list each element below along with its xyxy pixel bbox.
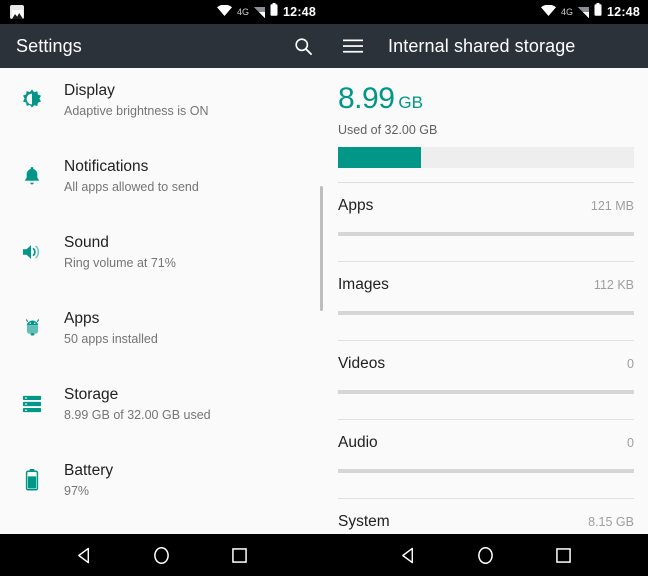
hamburger-menu-icon[interactable] [332, 24, 374, 68]
storage-category-system[interactable]: System 8.15 GB [324, 499, 648, 534]
category-bar [338, 469, 634, 473]
storage-usage-bar-fill [338, 147, 421, 168]
navigation-bar [0, 534, 648, 576]
volume-icon [0, 240, 64, 264]
status-bar-right: 4G 12:48 [324, 0, 648, 24]
wifi-icon [217, 3, 232, 21]
settings-item-title: Apps [64, 309, 100, 327]
settings-item-subtitle: 8.99 GB of 32.00 GB used [64, 407, 211, 422]
category-name: Images [338, 276, 389, 293]
storage-usage-bar [338, 147, 634, 168]
settings-item-apps[interactable]: Apps 50 apps installed [0, 290, 324, 366]
settings-panel: Display Adaptive brightness is ON Notifi… [0, 68, 324, 534]
category-size: 121 MB [590, 199, 634, 213]
category-size: 8.15 GB [588, 515, 634, 529]
brightness-icon [0, 88, 64, 112]
settings-item-title: Sound [64, 233, 109, 251]
storage-icon [0, 394, 64, 414]
settings-item-title: Storage [64, 385, 119, 403]
category-name: Apps [338, 197, 374, 214]
category-name: System [338, 513, 390, 530]
settings-item-subtitle: Adaptive brightness is ON [64, 103, 209, 118]
settings-item-subtitle: All apps allowed to send [64, 179, 199, 194]
settings-item-subtitle: Ring volume at 71% [64, 255, 176, 270]
back-icon[interactable] [64, 534, 106, 576]
navigation-bar-left [0, 534, 324, 576]
category-size: 112 KB [593, 278, 634, 292]
wifi-icon [541, 3, 556, 21]
storage-used-amount: 8.99 GB [338, 84, 634, 114]
clock-left: 12:48 [283, 5, 316, 19]
search-icon[interactable] [282, 24, 324, 68]
status-icons-left: 4G 12:48 [217, 0, 316, 24]
storage-category-audio[interactable]: Audio 0 [324, 420, 648, 498]
settings-list: Display Adaptive brightness is ON Notifi… [0, 68, 324, 534]
settings-item-sound[interactable]: Sound Ring volume at 71% [0, 214, 324, 290]
settings-item-subtitle: 97% [64, 483, 90, 498]
status-bar: 4G 12:48 4G 12:48 [0, 0, 648, 24]
status-bar-left: 4G 12:48 [0, 0, 324, 24]
battery-icon [270, 3, 278, 21]
settings-toolbar: Settings [0, 24, 324, 68]
battery-icon [0, 468, 64, 492]
status-icons-right: 4G 12:48 [541, 0, 640, 24]
network-type-label: 4G [561, 6, 574, 17]
settings-item-memory[interactable]: Memory Avg 1.2 GB of 3.6 GB memory used [0, 518, 324, 534]
settings-item-subtitle: 50 apps installed [64, 331, 158, 346]
storage-used-value: 8.99 [338, 82, 395, 115]
storage-category-apps[interactable]: Apps 121 MB [324, 183, 648, 261]
home-icon[interactable] [465, 534, 507, 576]
storage-used-unit: GB [398, 93, 423, 112]
category-bar [338, 311, 634, 315]
category-bar [338, 232, 634, 236]
storage-capacity-label: Used of 32.00 GB [338, 123, 438, 137]
android-split-screen: 4G 12:48 4G 12:48 Settings Internal shar… [0, 0, 648, 576]
settings-item-storage[interactable]: Storage 8.99 GB of 32.00 GB used [0, 366, 324, 442]
android-icon [0, 317, 64, 339]
storage-title: Internal shared storage [388, 35, 576, 56]
recents-icon[interactable] [218, 534, 260, 576]
storage-toolbar: Internal shared storage [324, 24, 648, 68]
category-name: Videos [338, 355, 386, 372]
category-size: 0 [627, 357, 634, 371]
network-type-label: 4G [237, 6, 250, 17]
storage-summary: 8.99 GB Used of 32.00 GB [324, 68, 648, 168]
clock-right: 12:48 [607, 5, 640, 19]
settings-scrollbar[interactable] [320, 186, 323, 311]
storage-category-images[interactable]: Images 112 KB [324, 262, 648, 340]
storage-panel: 8.99 GB Used of 32.00 GB Apps 121 MB Imag… [324, 68, 648, 534]
settings-item-title: Battery [64, 461, 114, 479]
bell-icon [0, 165, 64, 187]
home-icon[interactable] [141, 534, 183, 576]
storage-category-videos[interactable]: Videos 0 [324, 341, 648, 419]
battery-icon [594, 3, 602, 21]
back-icon[interactable] [388, 534, 430, 576]
navigation-bar-right [324, 534, 648, 576]
image-notification-icon [10, 5, 24, 19]
settings-item-title: Display [64, 81, 115, 99]
category-bar [338, 390, 634, 394]
settings-item-notifications[interactable]: Notifications All apps allowed to send [0, 138, 324, 214]
category-name: Audio [338, 434, 378, 451]
signal-icon [578, 6, 590, 18]
settings-item-battery[interactable]: Battery 97% [0, 442, 324, 518]
recents-icon[interactable] [542, 534, 584, 576]
category-size: 0 [627, 436, 634, 450]
settings-title: Settings [16, 35, 82, 56]
settings-item-display[interactable]: Display Adaptive brightness is ON [0, 68, 324, 138]
signal-icon [254, 6, 266, 18]
settings-item-title: Notifications [64, 157, 149, 175]
